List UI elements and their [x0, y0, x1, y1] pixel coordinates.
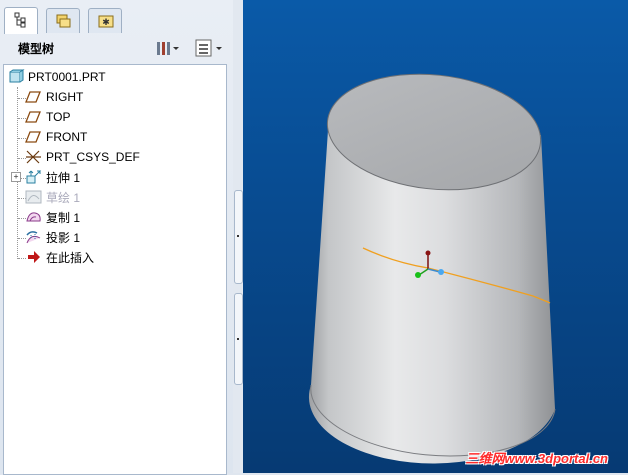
tree-show-icon	[195, 39, 222, 57]
coordinate-system-icon	[26, 150, 41, 164]
tree-item-top[interactable]: TOP	[25, 107, 70, 127]
insert-here-arrow-icon	[28, 251, 40, 263]
extrude-icon	[26, 170, 42, 184]
part-icon	[9, 69, 25, 83]
tree-item-label: 在此插入	[46, 250, 95, 265]
panel-splitter[interactable]	[233, 0, 243, 473]
tree-show-button[interactable]	[195, 38, 225, 58]
folder-browser-icon	[56, 14, 71, 28]
tree-settings-icon	[157, 42, 179, 55]
tab-model-tree[interactable]	[4, 7, 38, 34]
tree-item-csys[interactable]: PRT_CSYS_DEF	[25, 147, 140, 167]
splitter-grip-upper[interactable]	[234, 190, 243, 284]
sketch-icon	[25, 190, 42, 204]
svg-text:✱: ✱	[102, 18, 110, 28]
tab-favorites[interactable]: ✱	[88, 8, 122, 33]
cylinder[interactable]	[306, 64, 559, 465]
tree-item-label: PRT_CSYS_DEF	[46, 150, 140, 164]
graphics-viewport[interactable]: 三维网www.3dportal.cn	[243, 0, 628, 473]
favorites-icon: ✱	[98, 15, 114, 28]
tree-item-label: 拉伸 1	[46, 170, 81, 185]
tree-item-projection[interactable]: 投影 1	[25, 227, 80, 247]
tree-item-label: 复制 1	[46, 210, 81, 225]
tree-item-label: RIGHT	[46, 90, 84, 104]
model-tree: PRT0001.PRT RIGHT TOP FRONT PRT_CSYS_DEF…	[3, 64, 227, 475]
tree-item-sketch[interactable]: 草绘 1	[25, 187, 80, 207]
copy-surface-icon	[26, 212, 41, 222]
tree-item-label: FRONT	[46, 130, 88, 144]
datum-plane-icon	[25, 131, 41, 143]
tree-item-label: 投影 1	[46, 230, 81, 245]
datum-plane-icon	[25, 111, 41, 123]
tree-item-front[interactable]: FRONT	[25, 127, 87, 147]
expand-toggle[interactable]: +	[11, 172, 21, 182]
tree-item-part[interactable]: PRT0001.PRT	[7, 67, 106, 87]
panel-title: 模型树	[18, 42, 55, 56]
watermark: 三维网www.3dportal.cn	[465, 451, 608, 466]
tree-item-extrude[interactable]: 拉伸 1	[25, 167, 80, 187]
tree-settings-button[interactable]	[155, 38, 181, 58]
model-view[interactable]	[243, 0, 628, 473]
tab-folder-browser[interactable]	[46, 8, 80, 33]
tree-item-label: PRT0001.PRT	[28, 70, 106, 84]
tree-item-label: TOP	[46, 110, 71, 124]
projection-icon	[26, 231, 41, 244]
navigator-tabs: ✱	[0, 0, 243, 34]
tree-item-copy[interactable]: 复制 1	[25, 207, 80, 227]
tree-item-insert-here[interactable]: 在此插入	[25, 247, 94, 267]
tree-item-right[interactable]: RIGHT	[25, 87, 83, 107]
navigator-panel: ✱ 模型树 PRT0001.PRT RIGHT TOP FRONT PRT_CS…	[0, 0, 243, 475]
splitter-grip-lower[interactable]	[234, 293, 243, 385]
model-tree-icon	[14, 12, 26, 28]
datum-plane-icon	[25, 91, 41, 103]
tree-item-label: 草绘 1	[46, 190, 81, 205]
